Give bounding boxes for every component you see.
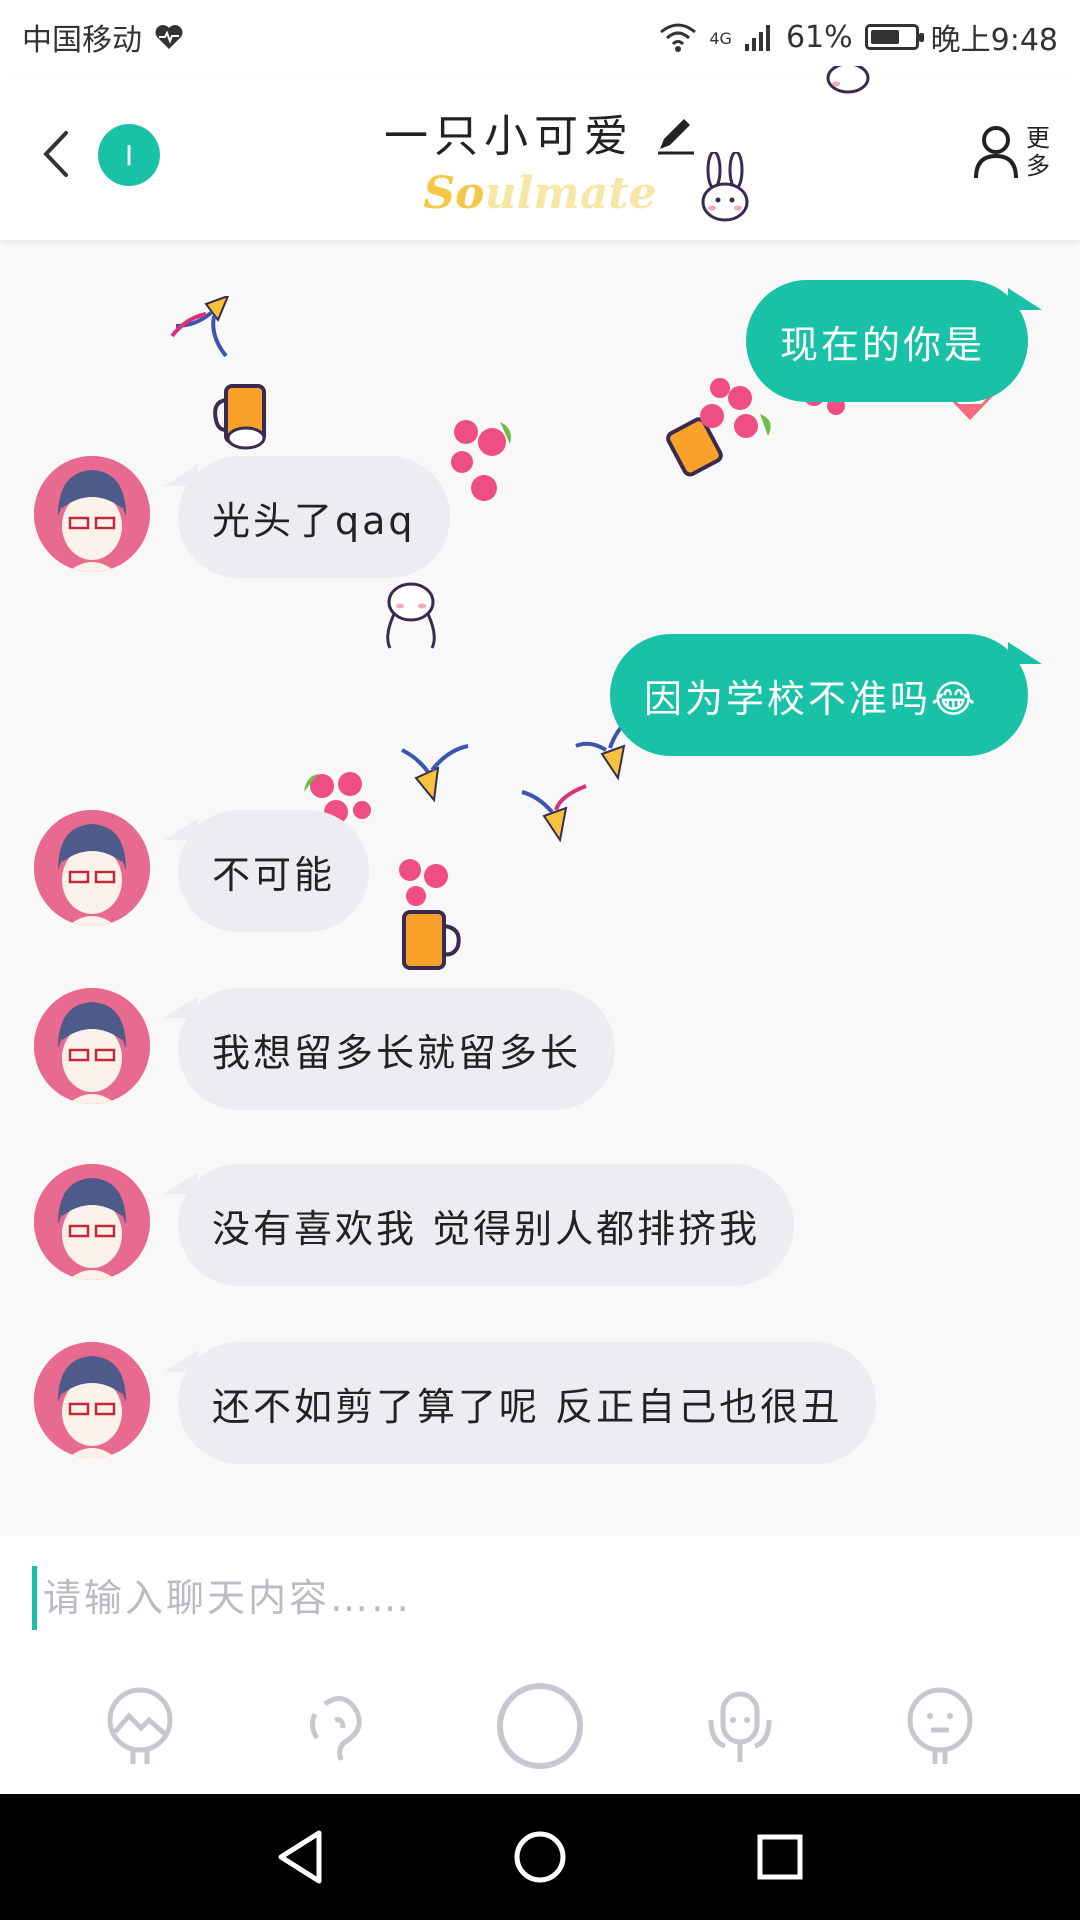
voice-icon (309, 1696, 362, 1761)
avatar[interactable] (34, 1164, 150, 1280)
page-title: 一只小可爱 (0, 100, 1080, 164)
image-icon (107, 1687, 173, 1764)
more-label: 更多 (1026, 124, 1050, 180)
message-bubble[interactable]: 没有喜欢我 觉得别人都排挤我 (163, 1164, 795, 1286)
subtitle-so: So (423, 168, 485, 219)
more-button[interactable]: 更多 (972, 124, 1052, 180)
clock: 晚上9:48 (930, 23, 1058, 58)
system-nav-bar (0, 1794, 1080, 1920)
battery-icon (864, 24, 924, 50)
avatar[interactable] (34, 810, 150, 926)
message-bubble[interactable]: 不可能 (163, 810, 370, 932)
bunny-sticker-icon (386, 582, 436, 649)
flower-icon (451, 420, 511, 501)
message-bubble[interactable]: 还不如剪了算了呢 反正自己也很丑 (163, 1342, 877, 1464)
status-bar: 中国移动 4G 61% 晚上9:48 (0, 0, 1080, 74)
avatar-portrait-icon (34, 1342, 150, 1458)
subtitle-rest: ulmate (484, 168, 657, 219)
chat-input-area (0, 1536, 1080, 1794)
bunny-sticker-icon (826, 66, 870, 94)
wifi-icon (660, 23, 697, 52)
emoji-icon (907, 1687, 973, 1764)
beer-mug-icon (213, 384, 266, 450)
message-bubble[interactable]: 我想留多长就留多长 (163, 988, 616, 1110)
bunny-sticker-icon (701, 152, 749, 222)
user-icon (974, 126, 1018, 179)
status-left: 中国移动 (22, 15, 184, 59)
chat-title: 一只小可爱 (384, 111, 634, 162)
chat-input[interactable] (32, 1566, 1048, 1630)
heart-rate-icon (155, 25, 183, 49)
soulmate-badge: Soulmate (0, 168, 1080, 219)
avatar[interactable] (34, 456, 150, 572)
voice-button[interactable] (295, 1681, 385, 1771)
party-popper-icon (521, 784, 587, 842)
avatar-portrait-icon (34, 988, 150, 1104)
network-label: 4G (709, 29, 732, 48)
message-bubble[interactable]: 光头了qaq (164, 456, 450, 578)
party-popper-icon (401, 744, 469, 803)
square-recents-icon (757, 1834, 803, 1880)
avatar-portrait-icon (34, 1164, 150, 1280)
camera-button[interactable] (495, 1681, 585, 1771)
nav-back-button[interactable] (265, 1822, 335, 1892)
nav-recents-button[interactable] (745, 1822, 815, 1892)
message-bubble[interactable]: 现在的你是 (746, 280, 1042, 402)
battery-percent: 61% (785, 19, 853, 55)
party-popper-icon (170, 296, 230, 358)
circle-home-icon (514, 1831, 566, 1883)
signal-icon (744, 25, 770, 51)
edit-pen-icon[interactable] (654, 113, 696, 155)
triangle-back-icon (278, 1830, 322, 1884)
avatar-portrait-icon (34, 456, 150, 572)
nav-home-button[interactable] (505, 1822, 575, 1892)
status-right: 4G 61% 晚上9:48 (659, 15, 1058, 59)
avatar-portrait-icon (34, 810, 150, 926)
flower-beer-icon (399, 859, 461, 970)
input-toolbar (0, 1676, 1080, 1776)
camera-shutter-icon (497, 1683, 583, 1769)
carrier-label: 中国移动 (22, 23, 142, 58)
avatar[interactable] (34, 988, 150, 1104)
chat-header: I 一只小可爱 Soulmate 更多 (0, 66, 1080, 240)
image-button[interactable] (95, 1681, 185, 1771)
mic-button[interactable] (695, 1681, 785, 1771)
emoji-button[interactable] (895, 1681, 985, 1771)
flower-beer-icon (666, 378, 771, 477)
mic-icon (708, 1691, 772, 1762)
message-bubble[interactable]: 因为学校不准吗😂 (610, 634, 1042, 756)
avatar[interactable] (34, 1342, 150, 1458)
